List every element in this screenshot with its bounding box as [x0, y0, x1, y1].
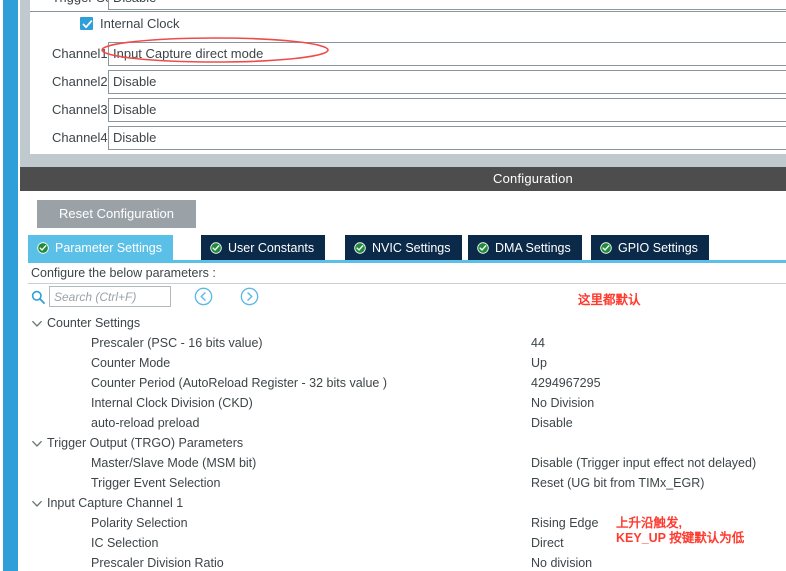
form-row-channel2: Channel2 Disable	[30, 70, 786, 98]
checkbox-internal-clock-label: Internal Clock	[100, 16, 180, 31]
chevron-down-icon[interactable]	[32, 500, 42, 508]
param-value[interactable]: Disable (Trigger input effect not delaye…	[531, 456, 756, 470]
chevron-down-icon[interactable]	[32, 320, 42, 328]
param-value[interactable]: No division	[531, 556, 592, 570]
tree-group-label: Counter Settings	[47, 316, 141, 330]
label-channel3: Channel3	[52, 102, 108, 117]
tab-check-icon	[600, 241, 612, 254]
label-channel2: Channel2	[52, 74, 108, 89]
tree-row-internal-clock-division[interactable]: Internal Clock Division (CKD) No Divisio…	[28, 394, 786, 414]
chevron-down-icon[interactable]	[32, 440, 42, 448]
checkbox-internal-clock[interactable]: Internal Clock	[80, 16, 179, 31]
chevron-right-circle-icon[interactable]	[240, 287, 259, 306]
app-root: Trigger Source Disable Internal Clock Ch…	[0, 0, 786, 571]
tree-row-prescaler[interactable]: Prescaler (PSC - 16 bits value) 44	[28, 334, 786, 354]
tab-check-icon	[37, 241, 49, 254]
tree-group-counter-settings[interactable]: Counter Settings	[28, 314, 786, 334]
field-channel3[interactable]: Disable	[108, 98, 786, 122]
form-row-channel3: Channel3 Disable	[30, 98, 786, 126]
param-label: Internal Clock Division (CKD)	[91, 396, 253, 410]
tree-row-master-slave-mode[interactable]: Master/Slave Mode (MSM bit) Disable (Tri…	[28, 454, 786, 474]
tab-check-icon	[354, 241, 366, 254]
label-channel4: Channel4	[52, 130, 108, 145]
param-label: Master/Slave Mode (MSM bit)	[91, 456, 257, 470]
search-icon	[31, 290, 45, 304]
tree-row-prescaler-division-ratio[interactable]: Prescaler Division Ratio No division	[28, 554, 786, 571]
panel-separator-band	[20, 154, 786, 167]
param-value[interactable]: Disable	[531, 416, 573, 430]
tree-row-counter-period[interactable]: Counter Period (AutoReload Register - 32…	[28, 374, 786, 394]
tab-dma-settings-label: DMA Settings	[495, 240, 571, 255]
annotation-defaults-note: 这里都默认	[578, 293, 641, 307]
tab-gpio-settings-label: GPIO Settings	[618, 240, 698, 255]
divider-1	[30, 11, 786, 12]
param-label: Prescaler Division Ratio	[91, 556, 224, 570]
form-row-channel4: Channel4 Disable	[30, 126, 786, 154]
param-value[interactable]: No Division	[531, 396, 594, 410]
field-channel2[interactable]: Disable	[108, 70, 786, 94]
param-value[interactable]: 4294967295	[531, 376, 601, 390]
search-row: 这里都默认	[28, 286, 786, 312]
parameter-tree: Counter Settings Prescaler (PSC - 16 bit…	[28, 314, 786, 570]
scrollbar-thumb[interactable]	[3, 0, 18, 571]
field-trigger-source[interactable]: Disable	[108, 0, 786, 10]
form-row-channel1: Channel1 Input Capture direct mode	[30, 42, 786, 70]
param-label: Polarity Selection	[91, 516, 188, 530]
tree-row-counter-mode[interactable]: Counter Mode Up	[28, 354, 786, 374]
param-value[interactable]: Up	[531, 356, 547, 370]
search-input[interactable]	[49, 286, 171, 307]
param-value[interactable]: Rising Edge	[531, 516, 598, 530]
tree-group-label: Input Capture Channel 1	[47, 496, 184, 510]
tab-parameter-settings[interactable]: Parameter Settings	[28, 235, 174, 260]
param-label: auto-reload preload	[91, 416, 200, 430]
tree-group-input-capture-channel-1[interactable]: Input Capture Channel 1	[28, 494, 786, 514]
checkbox-checked-icon[interactable]	[80, 17, 93, 30]
tab-dma-settings[interactable]: DMA Settings	[468, 235, 583, 260]
param-label: Prescaler (PSC - 16 bits value)	[91, 336, 263, 350]
chevron-left-circle-icon[interactable]	[194, 287, 213, 306]
tree-row-auto-reload-preload[interactable]: auto-reload preload Disable	[28, 414, 786, 434]
param-value[interactable]: 44	[531, 336, 545, 350]
tree-group-trigger-output[interactable]: Trigger Output (TRGO) Parameters	[28, 434, 786, 454]
tab-nvic-settings-label: NVIC Settings	[372, 240, 451, 255]
param-value[interactable]: Reset (UG bit from TIMx_EGR)	[531, 476, 704, 490]
tab-gpio-settings[interactable]: GPIO Settings	[591, 235, 710, 260]
annotation-rising-edge-line2: KEY_UP 按键默认为低	[616, 531, 745, 545]
param-label: Trigger Event Selection	[91, 476, 221, 490]
tab-check-icon	[477, 241, 489, 254]
configuration-tabstrip: Parameter Settings User Constants NVIC S…	[28, 235, 786, 261]
configuration-title: Configuration	[493, 171, 573, 186]
configure-hint-row: Configure the below parameters :	[28, 263, 786, 284]
param-label: Counter Period (AutoReload Register - 32…	[91, 376, 387, 390]
field-channel4[interactable]: Disable	[108, 126, 786, 150]
label-channel1: Channel1	[52, 46, 108, 61]
configure-hint-text: Configure the below parameters :	[31, 266, 216, 280]
reset-configuration-button[interactable]: Reset Configuration	[37, 200, 196, 228]
tree-row-trigger-event-selection[interactable]: Trigger Event Selection Reset (UG bit fr…	[28, 474, 786, 494]
tab-check-icon	[210, 241, 222, 254]
tab-nvic-settings[interactable]: NVIC Settings	[345, 235, 463, 260]
configuration-body: Reset Configuration Parameter Settings U…	[20, 191, 786, 571]
param-value[interactable]: Direct	[531, 536, 564, 550]
param-label: Counter Mode	[91, 356, 171, 370]
param-label: IC Selection	[91, 536, 159, 550]
configuration-title-bar: Configuration	[20, 167, 786, 191]
tab-parameter-settings-label: Parameter Settings	[55, 240, 162, 255]
field-channel1[interactable]: Input Capture direct mode	[108, 42, 786, 66]
tab-user-constants[interactable]: User Constants	[201, 235, 327, 260]
tab-user-constants-label: User Constants	[228, 240, 315, 255]
tree-group-label: Trigger Output (TRGO) Parameters	[47, 436, 244, 450]
left-vertical-scrollbar[interactable]	[0, 0, 20, 571]
mode-settings-panel: Trigger Source Disable Internal Clock Ch…	[30, 0, 786, 163]
